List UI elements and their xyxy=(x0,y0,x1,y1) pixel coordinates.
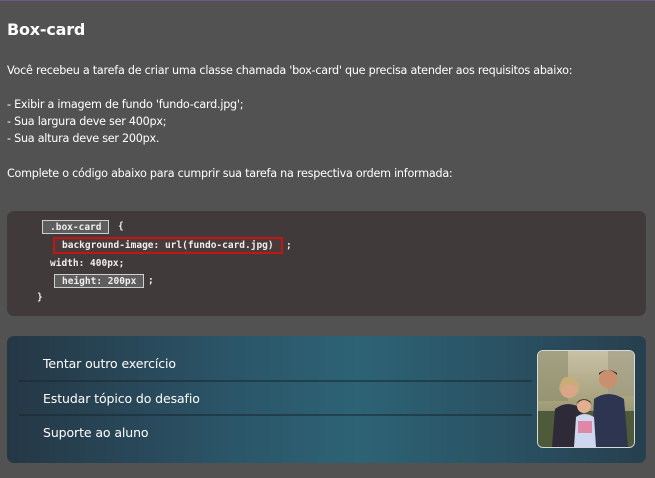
width-declaration: width: 400px; xyxy=(50,258,125,269)
divider xyxy=(19,380,532,382)
open-brace: { xyxy=(118,221,124,232)
top-accent-line xyxy=(0,0,655,1)
requirement-item: - Sua altura deve ser 200px. xyxy=(7,132,160,145)
selector-answer-slot[interactable]: .box-card xyxy=(42,220,110,234)
exercise-intro: Você recebeu a tarefa de criar uma class… xyxy=(7,64,573,77)
semicolon-text: ; xyxy=(148,275,154,286)
exercise-instruction: Complete o código abaixo para cumprir su… xyxy=(7,167,453,180)
requirement-item: - Exibir a imagem de fundo 'fundo-card.j… xyxy=(7,98,244,111)
family-photo-illustration xyxy=(538,351,634,447)
page-title: Box-card xyxy=(7,20,86,39)
height-answer-slot[interactable]: height: 200px xyxy=(54,274,145,288)
semicolon-text: ; xyxy=(286,240,292,251)
next-steps-panel: Tentar outro exercício Estudar tópico do… xyxy=(7,336,646,463)
try-another-exercise-link[interactable]: Tentar outro exercício xyxy=(43,356,176,371)
code-editor-panel: .box-card { background-image: url(fundo-… xyxy=(7,211,646,316)
divider xyxy=(19,414,532,416)
close-brace: } xyxy=(37,292,43,303)
family-photo xyxy=(537,350,635,448)
requirement-item: - Sua largura deve ser 400px; xyxy=(7,115,167,128)
student-support-link[interactable]: Suporte ao aluno xyxy=(43,425,149,440)
background-answer-slot-incorrect[interactable]: background-image: url(fundo-card.jpg) xyxy=(53,237,283,254)
requirements-list: - Exibir a imagem de fundo 'fundo-card.j… xyxy=(7,96,244,147)
study-challenge-topic-link[interactable]: Estudar tópico do desafio xyxy=(43,391,200,406)
